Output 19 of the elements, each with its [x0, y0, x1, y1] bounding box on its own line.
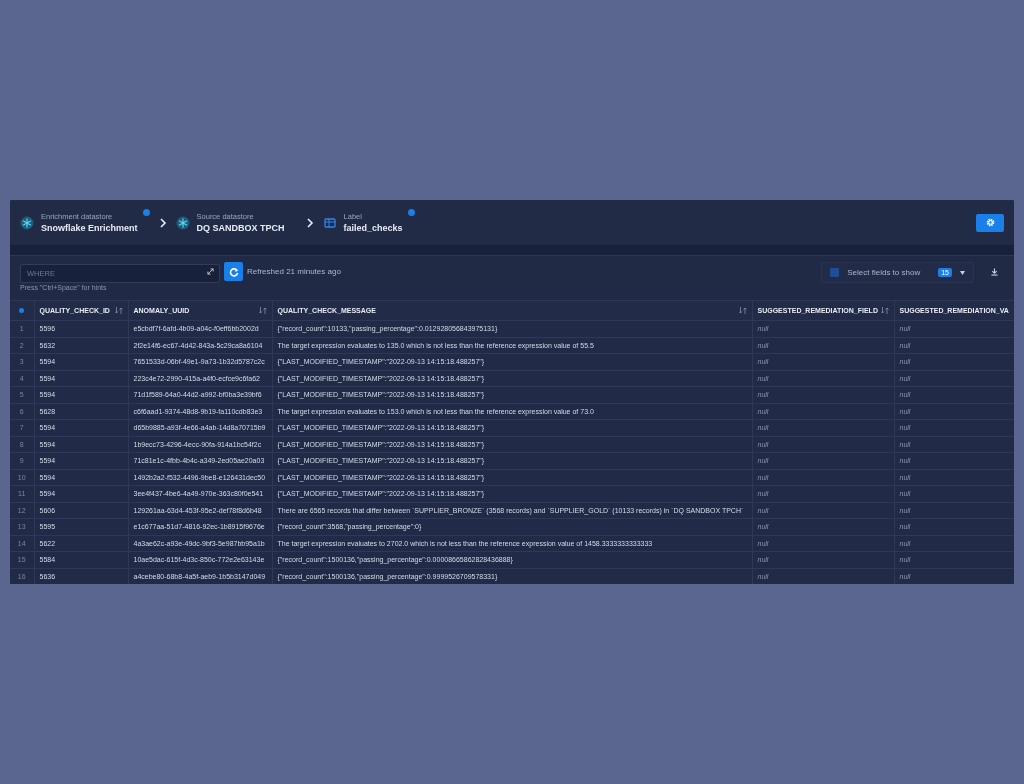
- chevron-icon: [305, 217, 314, 228]
- refresh-button[interactable]: [224, 262, 243, 281]
- caret-icon: [960, 270, 965, 275]
- snowflake-icon: [175, 215, 190, 230]
- breadcrumb-value[interactable]: DQ SANDBOX TPCH: [196, 223, 285, 233]
- breadcrumb-value[interactable]: Snowflake Enrichment: [41, 223, 138, 233]
- refresh-status: Refreshed 21 minutes ago: [247, 267, 341, 278]
- select-all-dot[interactable]: [19, 308, 25, 313]
- refresh-icon: [228, 266, 239, 277]
- table-icon: [322, 215, 337, 230]
- settings-icon: [985, 218, 995, 227]
- checkbox[interactable]: [830, 268, 840, 277]
- chevron-icon: [158, 217, 167, 228]
- download-icon: [990, 268, 998, 276]
- snowflake-icon: [20, 215, 34, 230]
- expand-icon: [207, 268, 214, 275]
- settings-button[interactable]: [976, 213, 1004, 232]
- breadcrumb-value[interactable]: failed_checks: [343, 223, 403, 233]
- field-selector-label: Select fields to show: [847, 268, 921, 277]
